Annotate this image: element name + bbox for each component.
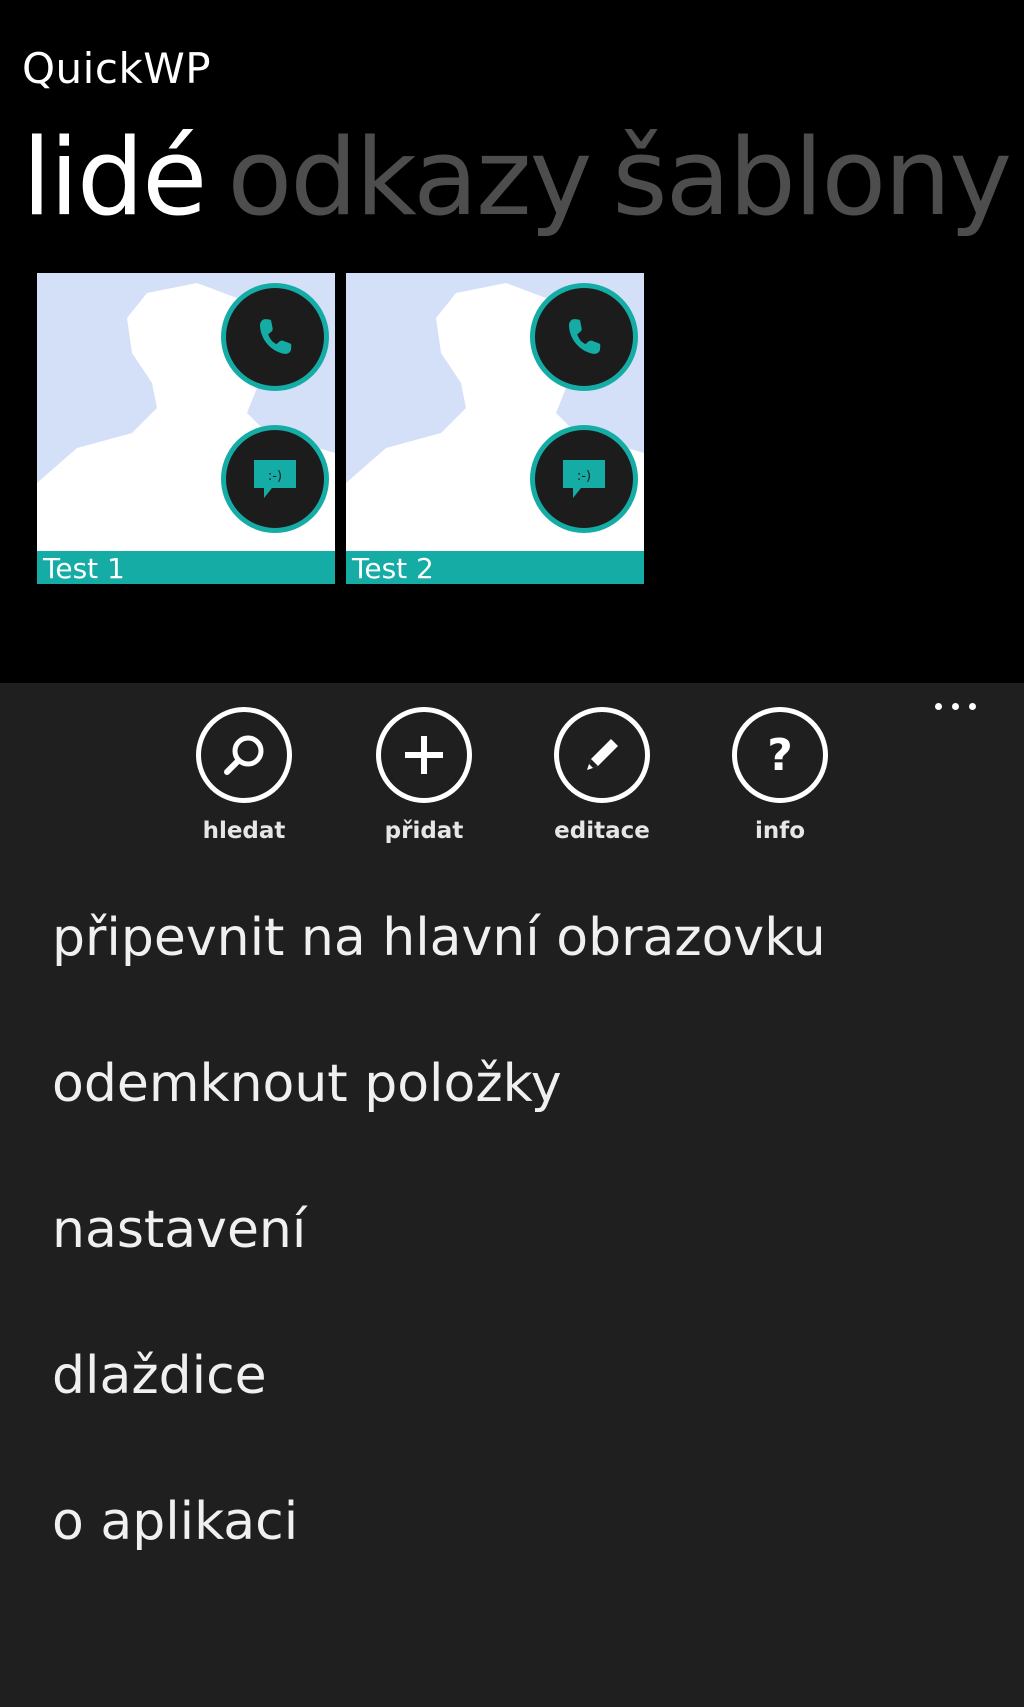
contact-tiles: :-) Test 1 :-) Test 2 <box>37 273 644 584</box>
menu-item-tiles[interactable]: dlaždice <box>52 1346 826 1492</box>
phone-icon <box>260 319 292 354</box>
info-button[interactable]: ? info <box>720 707 840 845</box>
pivot-tab-lide[interactable]: lidé <box>22 118 207 238</box>
add-label: přidat <box>384 818 464 844</box>
search-icon <box>196 707 292 803</box>
menu-item-settings[interactable]: nastavení <box>52 1200 826 1346</box>
pivot-tab-sablony[interactable]: šablony <box>612 118 1012 238</box>
message-button[interactable]: :-) <box>530 425 638 533</box>
edit-label: editace <box>554 818 650 844</box>
appbar-menu: připevnit na hlavní obrazovku odemknout … <box>52 908 826 1638</box>
edit-icon <box>554 707 650 803</box>
add-button[interactable]: přidat <box>364 707 484 845</box>
phone-icon <box>569 319 601 354</box>
search-label: hledat <box>202 818 286 844</box>
svg-text::-): :-) <box>268 469 282 484</box>
menu-item-unlock-items[interactable]: odemknout položky <box>52 1054 826 1200</box>
contact-tile[interactable]: :-) Test 1 <box>37 273 335 584</box>
message-button[interactable]: :-) <box>221 425 329 533</box>
call-button[interactable] <box>530 283 638 391</box>
app-title: QuickWP <box>22 44 212 93</box>
info-label: info <box>754 818 806 844</box>
tile-label: Test 1 <box>37 551 335 584</box>
message-icon: :-) <box>563 460 605 498</box>
appbar-icon-row: hledat přidat editace ? info <box>0 707 1024 847</box>
application-bar: hledat přidat editace ? info připevnit n… <box>0 683 1024 1707</box>
tile-label: Test 2 <box>346 551 644 584</box>
pivot-tab-odkazy[interactable]: odkazy <box>227 118 592 238</box>
svg-text:?: ? <box>767 730 793 781</box>
search-button[interactable]: hledat <box>184 707 304 845</box>
add-icon <box>376 707 472 803</box>
svg-text::-): :-) <box>577 469 591 484</box>
call-button[interactable] <box>221 283 329 391</box>
pivot-header: lidé odkazy šablony <box>22 118 1024 238</box>
menu-item-about[interactable]: o aplikaci <box>52 1492 826 1638</box>
message-icon: :-) <box>254 460 296 498</box>
help-icon: ? <box>732 707 828 803</box>
contact-tile[interactable]: :-) Test 2 <box>346 273 644 584</box>
edit-button[interactable]: editace <box>542 707 662 845</box>
menu-item-pin-to-start[interactable]: připevnit na hlavní obrazovku <box>52 908 826 1054</box>
